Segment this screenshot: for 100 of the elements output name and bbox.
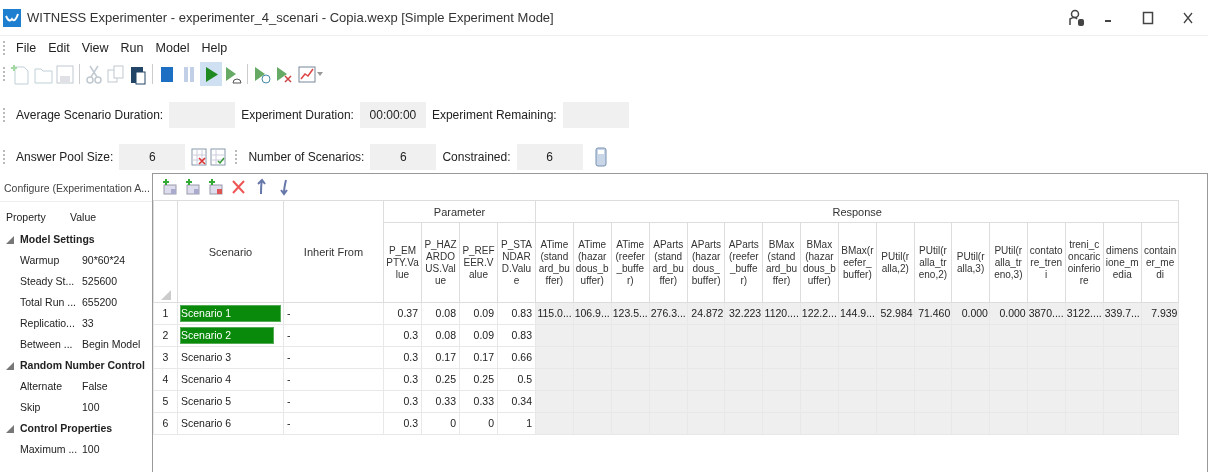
chart-icon xyxy=(297,63,317,85)
property-value[interactable]: 90*60*24 xyxy=(82,253,126,269)
add-row-icon[interactable] xyxy=(184,178,201,196)
table-cell: Scenario 6 xyxy=(181,416,232,429)
property-value[interactable]: 100 xyxy=(82,400,100,416)
resize-corner-icon xyxy=(160,290,171,301)
close-icon[interactable] xyxy=(1182,10,1194,25)
text-field[interactable]: 6 xyxy=(516,144,583,170)
property-name: Skip xyxy=(20,400,42,416)
table-cell: Scenario 4 xyxy=(181,372,232,385)
play-button[interactable] xyxy=(200,62,222,86)
add-row-icon[interactable] xyxy=(207,178,224,196)
column-header[interactable]: container_medi xyxy=(1141,222,1179,303)
menu-item[interactable]: Help xyxy=(195,38,234,58)
add-row-icon[interactable] xyxy=(161,178,178,196)
check-grid-icon[interactable] xyxy=(210,147,227,167)
table-cell: - xyxy=(283,346,384,369)
table-cell: 0.3 xyxy=(383,346,422,369)
column-header[interactable]: BMax(standard_buffer) xyxy=(762,222,801,303)
property-name: Replicatio... xyxy=(20,316,76,332)
column-header[interactable]: PUtil(ralla_treno,3) xyxy=(989,222,1028,303)
column-header[interactable]: AParts(standard_buffer) xyxy=(649,222,688,303)
property-value[interactable]: 655200 xyxy=(82,295,118,311)
column-header[interactable]: PUtil(ralla_treno,2) xyxy=(914,222,952,303)
table-cell: 0.09 xyxy=(459,302,498,325)
table-cell: Scenario 2 xyxy=(181,328,232,341)
column-header[interactable]: Scenario xyxy=(177,200,284,303)
column-group-header: Response xyxy=(535,200,1179,223)
property-value[interactable]: False xyxy=(82,379,108,395)
app-logo-icon xyxy=(3,8,21,27)
save-icon xyxy=(55,63,75,85)
property-name: Total Run ... xyxy=(20,295,78,311)
row-number: 2 xyxy=(153,324,178,347)
field-label: Average Scenario Duration: xyxy=(15,107,165,124)
column-header[interactable]: PUtil(ralla,3) xyxy=(951,222,990,303)
table-cell: 0.25 xyxy=(421,368,460,391)
table-cell: Scenario 1 xyxy=(181,306,232,319)
column-header[interactable]: BMax(reefer_buffer) xyxy=(838,222,877,303)
user-icon[interactable] xyxy=(1069,8,1085,27)
table-cell: 0.33 xyxy=(421,390,460,413)
field-label: Experiment Remaining: xyxy=(430,107,558,124)
group-title: Model Settings xyxy=(20,232,95,248)
column-header[interactable]: ATime(standard_buffer) xyxy=(535,222,574,303)
table-cell: 0.83 xyxy=(497,302,536,325)
column-header[interactable]: P_REFEER.Value xyxy=(459,222,498,303)
table-cell: 0.3 xyxy=(383,412,422,435)
collapse-triangle-icon[interactable] xyxy=(6,362,14,370)
calculator-icon[interactable] xyxy=(594,147,607,167)
column-header[interactable]: treni_concaricoinferiore xyxy=(1065,222,1104,303)
column-header: Value xyxy=(70,209,97,225)
maximize-icon[interactable] xyxy=(1142,10,1154,25)
property-value[interactable]: 100 xyxy=(82,442,100,458)
table-cell: 0.33 xyxy=(459,390,498,413)
table-cell: 0.08 xyxy=(421,302,460,325)
table-cell: 0.25 xyxy=(459,368,498,391)
scissors-icon xyxy=(84,63,104,85)
column-header[interactable]: AParts(reefer_buffer) xyxy=(724,222,763,303)
column-header[interactable]: AParts(hazardous_buffer) xyxy=(687,222,725,303)
column-header[interactable]: Inherit From xyxy=(283,200,384,303)
group-title: Random Number Control xyxy=(20,358,145,374)
table-cell: 0.3 xyxy=(383,390,422,413)
field-label: Number of Scenarios: xyxy=(247,149,366,166)
column-header[interactable]: PUtil(ralla,2) xyxy=(876,222,915,303)
field-label: Constrained: xyxy=(441,149,512,166)
table-cell: 1 xyxy=(497,412,536,435)
column-header[interactable]: P_STANDARD.Value xyxy=(497,222,536,303)
collapse-triangle-icon[interactable] xyxy=(6,425,14,433)
column-header[interactable]: P_EMPTY.Value xyxy=(383,222,422,303)
collapse-triangle-icon[interactable] xyxy=(6,236,14,244)
column-header[interactable]: P_HAZARDOUS.Value xyxy=(421,222,460,303)
property-value[interactable]: 525600 xyxy=(82,274,118,290)
clear-grid-icon[interactable] xyxy=(191,147,208,167)
row-number: 6 xyxy=(153,412,178,435)
menu-item[interactable]: File xyxy=(10,38,43,58)
property-value[interactable]: 33 xyxy=(82,316,94,332)
table-cell: - xyxy=(283,324,384,347)
text-field[interactable]: 00:00:00 xyxy=(359,102,426,128)
group-title: Control Properties xyxy=(20,421,113,437)
column-header[interactable]: ATime(reefer_buffer) xyxy=(611,222,650,303)
column-header: Property xyxy=(6,209,47,225)
column-header[interactable]: contatore_treni xyxy=(1027,222,1066,303)
field-label: Answer Pool Size: xyxy=(15,149,115,166)
row-number: 3 xyxy=(153,346,178,369)
table-cell: 0.37 xyxy=(383,302,422,325)
menu-item[interactable]: Run xyxy=(114,38,150,58)
column-header[interactable]: ATime(hazardous_buffer) xyxy=(573,222,612,303)
column-header[interactable]: dimensione_media xyxy=(1103,222,1142,303)
table-cell: 0.5 xyxy=(497,368,536,391)
property-value[interactable]: Begin Model xyxy=(82,337,141,353)
table-cell: - xyxy=(283,412,384,435)
table-cell: 0 xyxy=(459,412,498,435)
column-header[interactable]: BMax(hazardous_buffer) xyxy=(800,222,839,303)
window-title: WITNESS Experimenter - experimenter_4_scenari - Copia.wexp [Simple Experiment Mode] xyxy=(27,8,555,27)
menu-item[interactable]: Edit xyxy=(42,38,76,58)
text-field[interactable]: 6 xyxy=(370,144,437,170)
menu-item[interactable]: Model xyxy=(149,38,196,58)
property-name: Between ... xyxy=(20,337,74,353)
delete-icon[interactable] xyxy=(230,178,247,196)
text-field[interactable]: 6 xyxy=(119,144,186,170)
menu-item[interactable]: View xyxy=(75,38,115,58)
